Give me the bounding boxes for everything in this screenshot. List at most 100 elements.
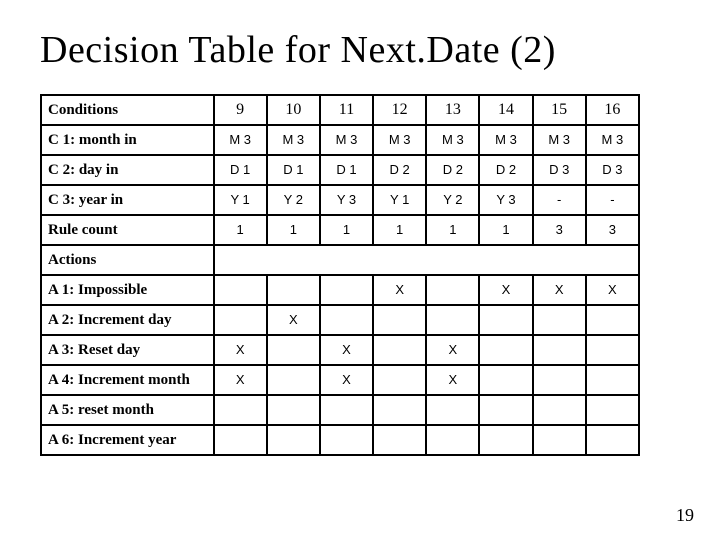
cell: M 3 (426, 125, 479, 155)
cell (533, 425, 586, 455)
cell: X (214, 335, 267, 365)
cell: 3 (533, 215, 586, 245)
cell: 1 (267, 215, 320, 245)
cell (320, 395, 373, 425)
condition-label: Rule count (41, 215, 214, 245)
action-label: A 6: Increment year (41, 425, 214, 455)
action-row: A 1: Impossible X X X X (41, 275, 639, 305)
cell (373, 335, 426, 365)
condition-label: C 3: year in (41, 185, 214, 215)
cell (533, 365, 586, 395)
cell: D 1 (214, 155, 267, 185)
condition-row: Rule count 1 1 1 1 1 1 3 3 (41, 215, 639, 245)
cell (267, 425, 320, 455)
condition-row: C 2: day in D 1 D 1 D 1 D 2 D 2 D 2 D 3 … (41, 155, 639, 185)
action-label: A 5: reset month (41, 395, 214, 425)
cell (426, 425, 479, 455)
col-num: 14 (479, 95, 532, 125)
cell: M 3 (586, 125, 639, 155)
cell (320, 275, 373, 305)
col-num: 10 (267, 95, 320, 125)
cell: X (320, 335, 373, 365)
cell: 1 (373, 215, 426, 245)
cell (267, 395, 320, 425)
cell (267, 275, 320, 305)
slide: Decision Table for Next.Date (2) Conditi… (0, 0, 720, 540)
cell: D 2 (479, 155, 532, 185)
cell (373, 365, 426, 395)
cell (479, 365, 532, 395)
cell (426, 395, 479, 425)
cell: X (426, 365, 479, 395)
decision-table: Conditions 9 10 11 12 13 14 15 16 C 1: m… (40, 94, 640, 456)
cell (373, 395, 426, 425)
cell: Y 2 (426, 185, 479, 215)
cell: M 3 (214, 125, 267, 155)
cell: X (373, 275, 426, 305)
cell: Y 1 (214, 185, 267, 215)
cell (586, 425, 639, 455)
cell (373, 425, 426, 455)
col-num: 13 (426, 95, 479, 125)
action-label: A 2: Increment day (41, 305, 214, 335)
cell: 1 (320, 215, 373, 245)
col-num: 12 (373, 95, 426, 125)
cell: 1 (479, 215, 532, 245)
cell (214, 275, 267, 305)
cell (586, 395, 639, 425)
cell (214, 425, 267, 455)
cell: X (479, 275, 532, 305)
cell (479, 305, 532, 335)
cell (320, 425, 373, 455)
col-num: 16 (586, 95, 639, 125)
cell (479, 335, 532, 365)
cell: M 3 (320, 125, 373, 155)
cell: D 1 (267, 155, 320, 185)
cell: Y 3 (320, 185, 373, 215)
cell: D 3 (586, 155, 639, 185)
cell (586, 305, 639, 335)
cell: - (533, 185, 586, 215)
cell: M 3 (373, 125, 426, 155)
cell: M 3 (479, 125, 532, 155)
condition-row: C 1: month in M 3 M 3 M 3 M 3 M 3 M 3 M … (41, 125, 639, 155)
action-label: A 3: Reset day (41, 335, 214, 365)
condition-label: C 2: day in (41, 155, 214, 185)
cell: X (586, 275, 639, 305)
condition-label: C 1: month in (41, 125, 214, 155)
cell (533, 395, 586, 425)
action-row: A 6: Increment year (41, 425, 639, 455)
cell (426, 275, 479, 305)
conditions-header: Conditions (41, 95, 214, 125)
actions-blank (214, 245, 639, 275)
action-row: A 5: reset month (41, 395, 639, 425)
cell: X (426, 335, 479, 365)
cell (214, 305, 267, 335)
cell: Y 3 (479, 185, 532, 215)
cell: Y 1 (373, 185, 426, 215)
cell: 1 (214, 215, 267, 245)
cell (479, 425, 532, 455)
action-label: A 1: Impossible (41, 275, 214, 305)
cell: X (320, 365, 373, 395)
actions-header-row: Actions (41, 245, 639, 275)
cell (373, 305, 426, 335)
cell (586, 335, 639, 365)
cell: X (214, 365, 267, 395)
cell: X (267, 305, 320, 335)
actions-header: Actions (41, 245, 214, 275)
col-num: 11 (320, 95, 373, 125)
cell: 1 (426, 215, 479, 245)
cell: - (586, 185, 639, 215)
cell (267, 365, 320, 395)
action-label: A 4: Increment month (41, 365, 214, 395)
cell: D 2 (373, 155, 426, 185)
cell: 3 (586, 215, 639, 245)
col-num: 15 (533, 95, 586, 125)
cell: D 3 (533, 155, 586, 185)
cell: D 1 (320, 155, 373, 185)
action-row: A 2: Increment day X (41, 305, 639, 335)
action-row: A 3: Reset day X X X (41, 335, 639, 365)
cell (426, 305, 479, 335)
column-header-row: Conditions 9 10 11 12 13 14 15 16 (41, 95, 639, 125)
